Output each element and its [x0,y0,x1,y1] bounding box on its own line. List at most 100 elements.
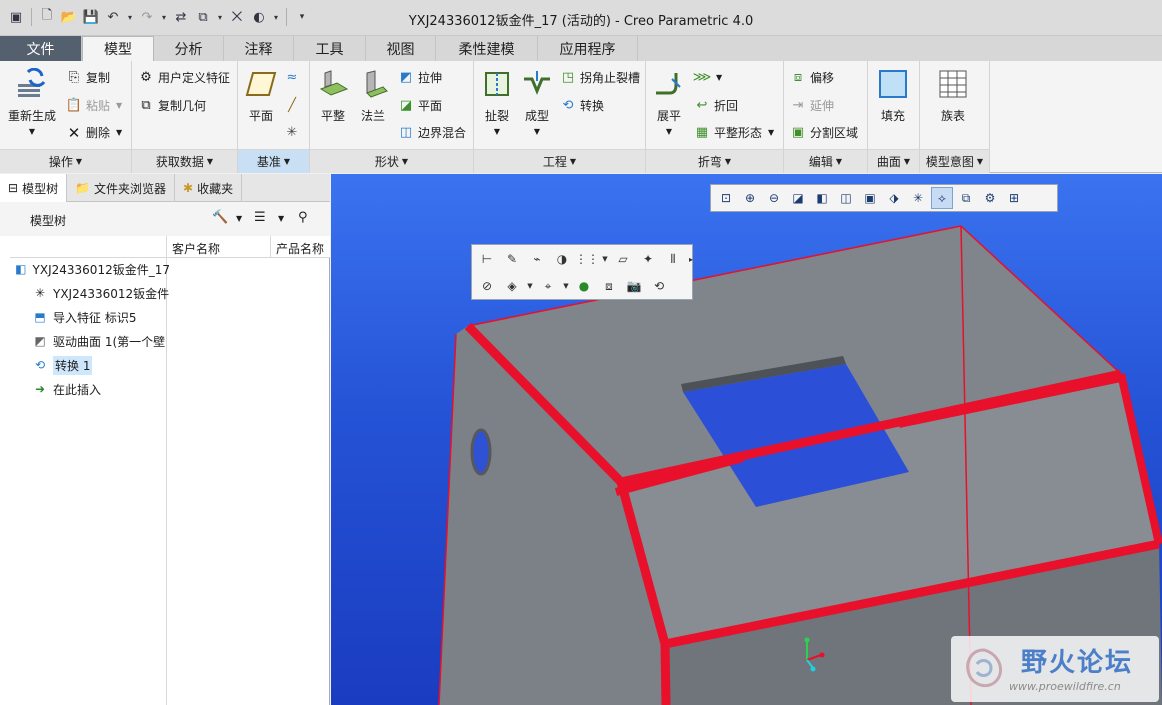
tab-0[interactable]: 文件 [0,36,82,61]
edit-icon[interactable]: ✎ [501,248,523,270]
chevron-right-icon[interactable]: ▸ [687,248,695,270]
mirror-icon[interactable]: ⫴ [662,248,684,270]
flange-wall-button[interactable]: 法兰 [356,67,390,124]
tab-5[interactable]: 视图 [366,36,436,61]
convert-button[interactable]: ⟲ 转换 [560,97,604,114]
refit-icon[interactable]: ⊡ [715,187,737,209]
saved-orientations-icon[interactable]: ◫ [835,187,857,209]
tree-item-insert-here[interactable]: ➜ 在此插入 [32,378,170,400]
flat-icon[interactable]: ▱ [612,248,634,270]
group-label-operations[interactable]: 操作 ▼ [0,149,131,173]
udf-button[interactable]: ⚙ 用户定义特征 [138,69,230,86]
show-icon[interactable]: ☰ [254,210,266,225]
unbend-button[interactable]: 展平 ▼ [652,67,686,136]
form-button[interactable]: 成型 ▼ [520,67,554,136]
convert-icon[interactable]: ⟲ [648,275,670,297]
tab-7[interactable]: 应用程序 [538,36,638,61]
split-area-button[interactable]: ▣ 分割区域 [790,124,858,141]
repaint-icon[interactable]: ◪ [787,187,809,209]
flat-wall-button[interactable]: 平整 [316,67,350,124]
chevron-down-icon[interactable]: ▼ [278,214,284,223]
zoom-in-icon[interactable]: ⊕ [739,187,761,209]
display-style-icon[interactable]: ◧ [811,187,833,209]
boundary-blend-button[interactable]: ◫ 边界混合 [398,124,466,141]
column-product-name[interactable]: 产品名称 [276,240,324,257]
dimension-icon[interactable]: ⊢ [476,248,498,270]
paste-button[interactable]: 📋 粘贴 ▼ [66,97,122,114]
copy-geometry-button[interactable]: ⧉ 复制几何 [138,97,206,114]
group-label-engineering[interactable]: 工程 ▼ [474,149,645,173]
fill-button[interactable]: 填充 [876,67,910,124]
tab-model-tree[interactable]: ⊟ 模型树 [0,174,68,202]
chevron-down-icon[interactable]: ▼ [526,275,534,297]
tree-item-root[interactable]: ◧ YXJ24336012钣金件_17 [14,258,170,280]
tab-1[interactable]: 模型 [82,36,154,61]
annotation-display-icon[interactable]: ⧉ [955,187,977,209]
insert-here-icon: ➜ [34,382,46,396]
measure-icon[interactable]: ⌖ [537,275,559,297]
appearance-icon[interactable]: ⚙ [979,187,1001,209]
regenerate-button[interactable]: 重新生成 ▼ [8,67,56,136]
spin-center-icon[interactable]: ⟡ [931,187,953,209]
view-manager-icon[interactable]: ▣ [859,187,881,209]
extend-button[interactable]: ⇥ 延伸 [790,97,834,114]
camera-icon[interactable]: 📷 [623,275,645,297]
extrude-button[interactable]: ◩ 拉伸 [398,69,442,86]
bend-back-button[interactable]: ↩ 折回 [694,97,738,114]
tree-item-convert[interactable]: ⟲ 转换 1 [32,354,170,376]
datum-csys-button[interactable]: ✳ [284,124,300,140]
tab-6[interactable]: 柔性建模 [436,36,538,61]
sphere-icon[interactable]: ● [573,275,595,297]
surface-icon[interactable]: ◈ [501,275,523,297]
sheet-metal-model[interactable] [331,174,1162,705]
offset-button[interactable]: ⧈ 偏移 [790,69,834,86]
group-label-shapes[interactable]: 形状 ▼ [310,149,473,173]
tab-2[interactable]: 分析 [154,36,224,61]
group-label-bends[interactable]: 折弯 ▼ [646,149,783,173]
chevron-down-icon: ▼ [206,157,214,166]
hide-icon[interactable]: ⊘ [476,275,498,297]
reference-icon[interactable]: ⧈ [598,275,620,297]
sketch-icon[interactable]: ⌁ [526,248,548,270]
group-label-model-intent[interactable]: 模型意图 ▼ [920,149,989,173]
group-label-datum[interactable]: 基准 ▼ [238,149,309,173]
section-icon[interactable]: ⊞ [1003,187,1025,209]
pattern-icon[interactable]: ⋮⋮ [575,248,599,270]
chevron-down-icon[interactable]: ▼ [562,275,570,297]
column-customer-name[interactable]: 客户名称 [172,240,220,257]
zoom-out-icon[interactable]: ⊖ [763,187,785,209]
delete-button[interactable]: ✕ 删除 ▼ [66,124,122,142]
tree-item-import-feature[interactable]: ⬒ 导入特征 标识5 [32,306,170,328]
chevron-down-icon: ▼ [283,157,291,166]
group-label-surfaces[interactable]: 曲面 ▼ [868,149,919,173]
tab-4[interactable]: 工具 [294,36,366,61]
copy-button[interactable]: ⎘ 复制 [66,69,110,86]
tree-item-driving-surface[interactable]: ◩ 驱动曲面 1(第一个壁 [32,330,170,352]
datum-curve-button[interactable]: ≈ [284,69,300,85]
chevron-down-icon[interactable]: ▼ [601,248,609,270]
perspective-icon[interactable]: ⬗ [883,187,905,209]
datum-display-icon[interactable]: ✳ [907,187,929,209]
datum-plane-button[interactable]: 平面 [244,67,278,124]
rip-button[interactable]: 扯裂 ▼ [480,67,514,136]
tab-folder-browser[interactable]: 📁 文件夹浏览器 [67,174,176,202]
filter-icon[interactable]: ⚲ [298,210,308,225]
chevron-down-icon[interactable]: ▼ [236,214,242,223]
corner-relief-button[interactable]: ◳ 拐角止裂槽 [560,69,640,86]
tree-item-csys[interactable]: ✳ YXJ24336012钣金件 [32,282,170,304]
group-label-editing[interactable]: 编辑 ▼ [784,149,867,173]
settings-icon[interactable]: 🔨 [212,210,228,225]
planar-button[interactable]: ◪ 平面 [398,97,442,114]
family-table-button[interactable]: 族表 [936,67,970,124]
graphics-viewport[interactable]: ⊡ ⊕ ⊖ ◪ ◧ ◫ ▣ ⬗ ✳ ⟡ ⧉ ⚙ ⊞ ⊢ ✎ ⌁ ◑ ⋮⋮ ▼ ▱… [331,174,1162,705]
bend-button[interactable]: ⋙ ▼ [693,69,722,85]
datum-point-icon[interactable]: ✦ [637,248,659,270]
forum-logo [966,648,1002,688]
datum-axis-button[interactable]: ╱ [284,97,300,113]
tab-favorites[interactable]: ✱ 收藏夹 [175,174,243,202]
group-label-get-data[interactable]: 获取数据 ▼ [132,149,237,173]
appearance-icon[interactable]: ◑ [551,248,573,270]
hole[interactable] [470,428,492,476]
flat-pattern-button[interactable]: ▦ 平整形态 ▼ [694,124,774,141]
tab-3[interactable]: 注释 [224,36,294,61]
